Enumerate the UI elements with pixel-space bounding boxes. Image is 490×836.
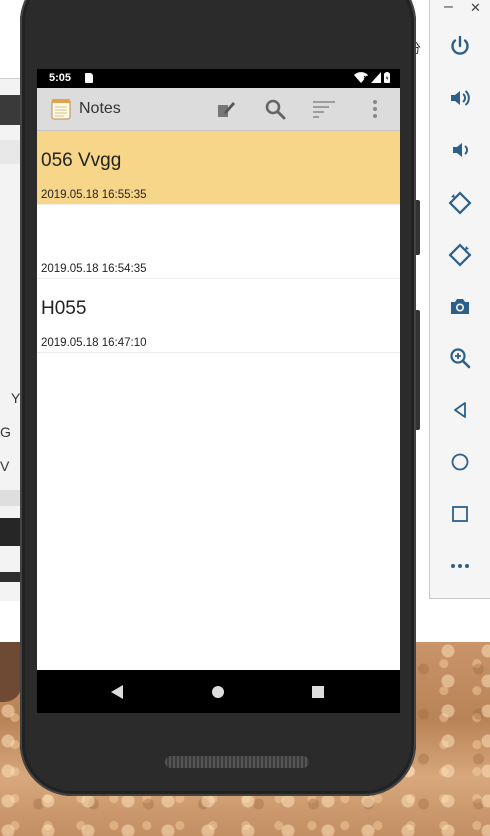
overflow-menu-button[interactable] (362, 96, 388, 122)
background-key-g: G (0, 424, 11, 440)
rotate-right-button[interactable] (442, 237, 478, 273)
nav-back-button[interactable] (105, 680, 129, 704)
nav-home-button[interactable] (206, 680, 230, 704)
rotate-left-icon (448, 191, 472, 215)
note-date: 2019.05.18 16:54:35 (41, 263, 147, 275)
home-icon (212, 686, 224, 698)
new-note-icon (218, 102, 235, 117)
zoom-button[interactable] (442, 340, 478, 376)
search-icon (265, 99, 286, 120)
volume-up-icon (451, 90, 470, 106)
signal-icon (371, 72, 381, 83)
note-list-item[interactable]: 056 Vvgg 2019.05.18 16:55:35 (37, 131, 400, 205)
note-list: 056 Vvgg 2019.05.18 16:55:35 2019.05.18 … (37, 131, 400, 353)
screenshot-button[interactable] (442, 288, 478, 324)
rotate-left-button[interactable] (442, 185, 478, 221)
app-title: Notes (79, 100, 121, 117)
notepad-app-icon (51, 99, 71, 120)
navigation-bar (37, 670, 400, 713)
camera-icon (451, 299, 469, 314)
overview-square-icon (452, 506, 468, 522)
rotate-right-icon (448, 243, 472, 267)
back-icon (111, 685, 123, 699)
back-button[interactable] (442, 392, 478, 428)
wallpaper-detail (0, 642, 22, 702)
background-key-y: Y (11, 390, 21, 406)
zoom-in-icon (450, 348, 471, 369)
note-list-item[interactable]: H055 2019.05.18 16:47:10 (37, 279, 400, 353)
sort-button[interactable] (311, 96, 337, 122)
recents-icon (312, 686, 324, 698)
phone-screen: 5:05 Notes 056 Vvgg 2019.05.18 16:55:35 … (37, 69, 400, 713)
emulator-toolbar: – ✕ (429, 0, 490, 599)
overflow-menu-icon (373, 100, 377, 118)
nav-recents-button[interactable] (306, 680, 330, 704)
more-dots-icon (451, 564, 469, 568)
home-button[interactable] (442, 444, 478, 480)
power-icon (451, 35, 469, 55)
minimize-button[interactable]: – (444, 0, 453, 16)
note-list-item[interactable]: 2019.05.18 16:54:35 (37, 205, 400, 279)
note-date: 2019.05.18 16:55:35 (41, 189, 147, 201)
power-button[interactable] (442, 28, 478, 64)
search-button[interactable] (262, 96, 288, 122)
overview-button[interactable] (442, 496, 478, 532)
wifi-icon (354, 72, 368, 83)
volume-down-button[interactable] (442, 132, 478, 168)
action-bar: Notes (37, 88, 400, 131)
new-note-button[interactable] (213, 96, 239, 122)
note-title: H055 (41, 298, 87, 319)
background-key-v: V (0, 458, 10, 474)
home-circle-icon (451, 453, 469, 471)
more-button[interactable] (442, 548, 478, 584)
status-bar: 5:05 (37, 69, 400, 88)
sort-icon (313, 101, 335, 118)
volume-up-button[interactable] (442, 80, 478, 116)
emulator-window-controls: – ✕ (430, 0, 490, 20)
status-icons (354, 72, 390, 83)
volume-down-icon (453, 143, 468, 157)
note-title: 056 Vvgg (41, 150, 122, 171)
sd-card-icon (85, 73, 93, 83)
close-button[interactable]: ✕ (470, 0, 481, 16)
status-time: 5:05 (49, 72, 72, 84)
battery-icon (384, 72, 390, 83)
note-date: 2019.05.18 16:47:10 (41, 337, 147, 349)
back-triangle-icon (454, 402, 466, 418)
bottom-speaker (165, 756, 309, 768)
